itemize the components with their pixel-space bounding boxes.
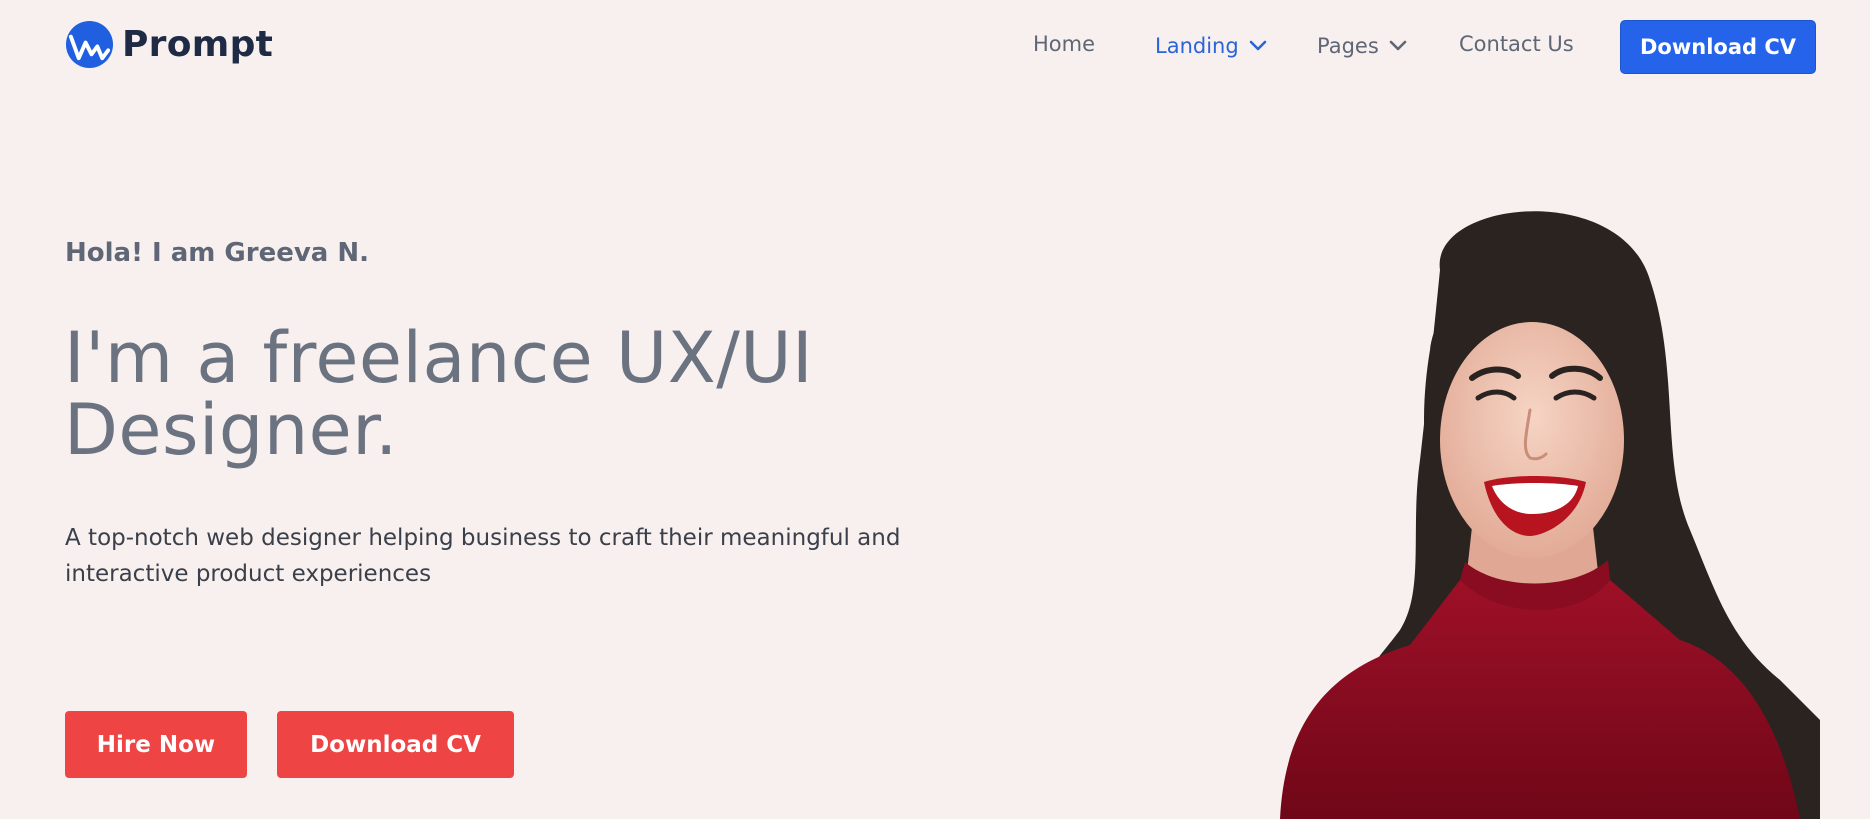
landing-page: Prompt Home Landing Pages Contact Us Dow… bbox=[0, 0, 1870, 819]
nav-item-label: Pages bbox=[1317, 34, 1379, 58]
hero-headline: I'm a freelance UX/UI Designer. bbox=[64, 322, 964, 466]
download-cv-button[interactable]: Download CV bbox=[277, 711, 514, 778]
chevron-down-icon bbox=[1389, 40, 1407, 51]
brand-logo[interactable]: Prompt bbox=[65, 19, 273, 69]
download-cv-header-button[interactable]: Download CV bbox=[1620, 20, 1816, 74]
brand-name: Prompt bbox=[122, 23, 274, 65]
smiling-woman-portrait bbox=[1280, 211, 1820, 819]
hire-now-button[interactable]: Hire Now bbox=[65, 711, 247, 778]
hero-greeting: Hola! I am Greeva N. bbox=[65, 238, 370, 268]
nav-item-home[interactable]: Home bbox=[1033, 32, 1095, 56]
nav-item-label: Home bbox=[1033, 32, 1096, 56]
nav-item-label: Contact Us bbox=[1459, 32, 1574, 56]
nav-item-label: Landing bbox=[1155, 34, 1239, 58]
nav-item-contact[interactable]: Contact Us bbox=[1459, 32, 1574, 56]
waveform-logo-icon bbox=[65, 20, 114, 68]
nav-item-landing[interactable]: Landing bbox=[1155, 34, 1267, 58]
chevron-down-icon bbox=[1249, 40, 1266, 51]
hero-description: A top-notch web designer helping busines… bbox=[65, 525, 901, 587]
nav-item-pages[interactable]: Pages bbox=[1317, 34, 1407, 58]
headline-line-2: Designer. bbox=[64, 389, 398, 471]
headline-line-1: I'm a freelance UX/UI bbox=[64, 317, 814, 399]
